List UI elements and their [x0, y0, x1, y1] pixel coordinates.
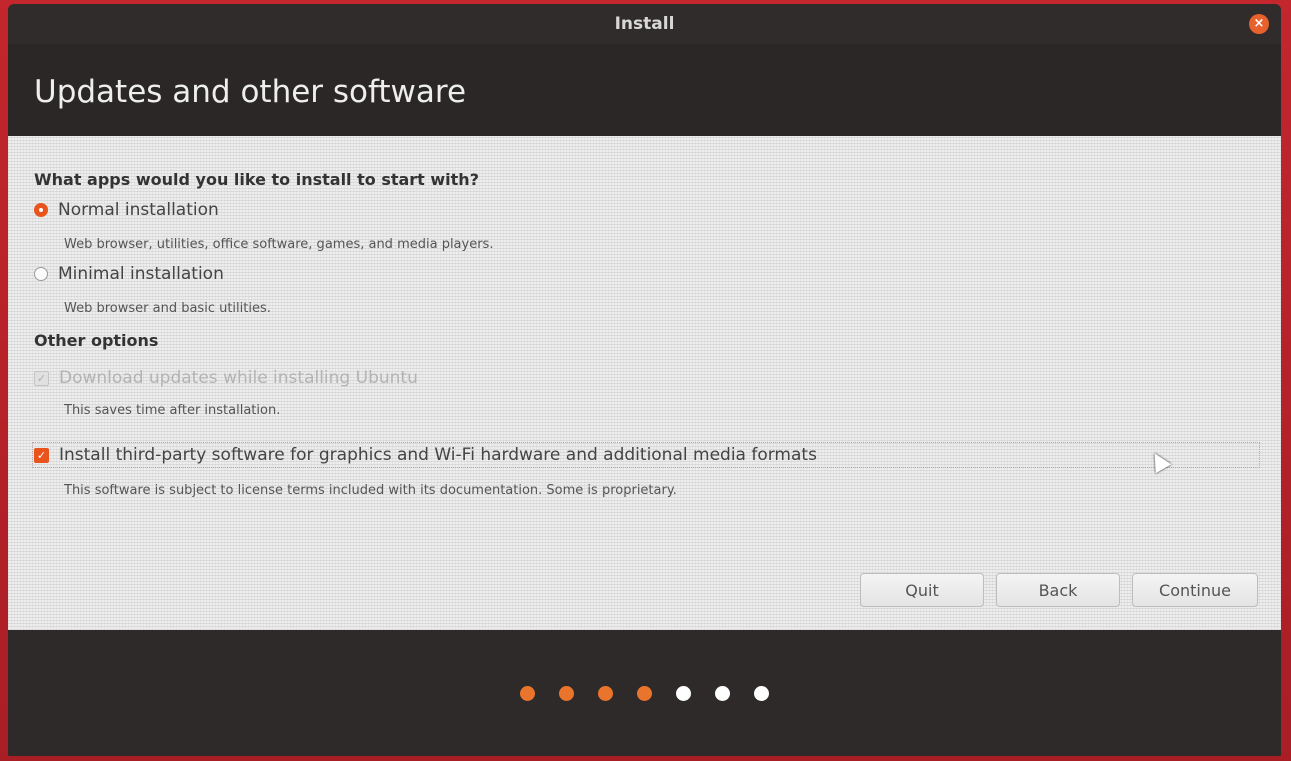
- back-button[interactable]: Back: [996, 573, 1120, 607]
- installer-window: Install × Updates and other software Wha…: [8, 4, 1281, 756]
- progress-step-dot: [754, 686, 769, 701]
- radio-selected-icon[interactable]: [34, 203, 48, 217]
- quit-button[interactable]: Quit: [860, 573, 984, 607]
- progress-step-dot: [676, 686, 691, 701]
- third-party-software-label: Install third-party software for graphic…: [59, 445, 817, 465]
- window-titlebar: Install ×: [8, 4, 1281, 44]
- progress-step-dot: [598, 686, 613, 701]
- download-updates-description: This saves time after installation.: [64, 403, 281, 418]
- progress-dots: [8, 686, 1281, 701]
- desktop-background: Install × Updates and other software Wha…: [0, 0, 1291, 761]
- progress-step-dot: [715, 686, 730, 701]
- footer-progress-bar: [8, 630, 1281, 756]
- continue-button[interactable]: Continue: [1132, 573, 1258, 607]
- window-title: Install: [614, 14, 675, 34]
- minimal-installation-description: Web browser and basic utilities.: [64, 301, 271, 316]
- normal-installation-description: Web browser, utilities, office software,…: [64, 237, 494, 252]
- other-options-heading: Other options: [34, 331, 159, 350]
- page-title: Updates and other software: [34, 74, 467, 110]
- progress-step-dot: [559, 686, 574, 701]
- normal-installation-label: Normal installation: [58, 200, 219, 220]
- minimal-installation-option[interactable]: Minimal installation: [34, 264, 224, 284]
- radio-unselected-icon[interactable]: [34, 267, 48, 281]
- progress-step-dot: [520, 686, 535, 701]
- minimal-installation-label: Minimal installation: [58, 264, 224, 284]
- close-icon[interactable]: ×: [1249, 14, 1269, 34]
- download-updates-option: ✓ Download updates while installing Ubun…: [34, 368, 418, 388]
- content-panel: What apps would you like to install to s…: [8, 136, 1281, 630]
- progress-step-dot: [637, 686, 652, 701]
- apps-section-heading: What apps would you like to install to s…: [34, 170, 479, 189]
- third-party-software-option[interactable]: ✓ Install third-party software for graph…: [34, 445, 817, 465]
- checkmark-icon[interactable]: ✓: [34, 447, 49, 463]
- normal-installation-option[interactable]: Normal installation: [34, 200, 219, 220]
- download-updates-label: Download updates while installing Ubuntu: [59, 368, 418, 388]
- page-header: Updates and other software: [8, 44, 1281, 136]
- third-party-software-description: This software is subject to license term…: [64, 483, 677, 498]
- checkmark-icon: ✓: [34, 370, 49, 386]
